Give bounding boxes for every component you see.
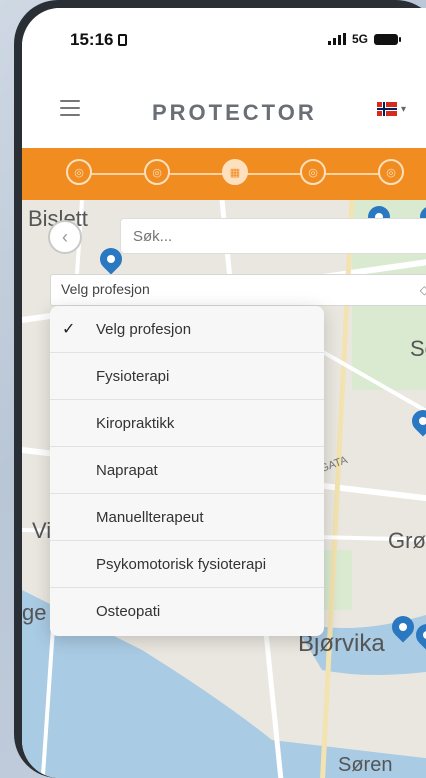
lock-icon: [118, 34, 128, 46]
map-label-ge: ge: [22, 600, 47, 625]
step-4-icon[interactable]: ◎: [300, 159, 326, 185]
map-label-vi: Vi: [32, 518, 52, 543]
norway-flag-icon: [376, 102, 397, 116]
step-5-icon[interactable]: ◎: [378, 159, 404, 185]
option-kiropraktikk[interactable]: Kiropraktikk: [50, 400, 324, 447]
search-input[interactable]: [120, 218, 426, 254]
menu-icon[interactable]: [60, 100, 80, 121]
checkmark-icon: ✓: [62, 321, 76, 338]
battery-icon: [374, 33, 401, 45]
step-3-calendar-icon[interactable]: ▦: [222, 159, 248, 185]
chevron-left-icon: ‹: [62, 226, 68, 247]
language-selector[interactable]: ▾: [376, 102, 406, 116]
status-time: 15:16: [70, 30, 128, 50]
option-osteopati[interactable]: Osteopati: [50, 588, 324, 635]
status-bar: 15:16 5G: [22, 8, 426, 70]
profession-dropdown: ✓ Velg profesjon Fysioterapi Kiropraktikk…: [50, 306, 324, 636]
signal-icon: [327, 33, 346, 45]
status-indicators: 5G: [327, 32, 401, 46]
app-screen: 15:16 5G PROTECTOR ▾ ◎ ◎ ▦ ◎ ◎ Bislett S…: [22, 8, 426, 778]
brand-logo: PROTECTOR: [152, 100, 317, 125]
profession-select[interactable]: Velg profesjon ◇: [50, 274, 426, 306]
select-toggle-icon: ◇: [419, 283, 426, 297]
network-label: 5G: [351, 32, 368, 46]
option-fysioterapi[interactable]: Fysioterapi: [50, 353, 324, 400]
back-button[interactable]: ‹: [48, 220, 82, 254]
map-label-sof: Sof: [410, 336, 426, 361]
option-velg-profesjon[interactable]: ✓ Velg profesjon: [50, 306, 324, 353]
app-header: PROTECTOR ▾: [22, 70, 426, 149]
option-psykomotorisk-fysioterapi[interactable]: Psykomotorisk fysioterapi: [50, 541, 324, 588]
option-manuellterapeut[interactable]: Manuellterapeut: [50, 494, 324, 541]
map-label-gron: Grøn: [388, 528, 426, 553]
step-2-icon[interactable]: ◎: [144, 159, 170, 185]
profession-select-value: Velg profesjon: [61, 281, 150, 297]
option-naprapat[interactable]: Naprapat: [50, 447, 324, 494]
progress-stepper: ◎ ◎ ▦ ◎ ◎: [22, 148, 426, 200]
step-1-icon[interactable]: ◎: [66, 159, 92, 185]
chevron-down-icon: ▾: [400, 103, 406, 115]
map-label-soren: Søren: [338, 754, 393, 776]
phone-frame: 15:16 5G PROTECTOR ▾ ◎ ◎ ▦ ◎ ◎ Bislett S…: [14, 0, 426, 778]
